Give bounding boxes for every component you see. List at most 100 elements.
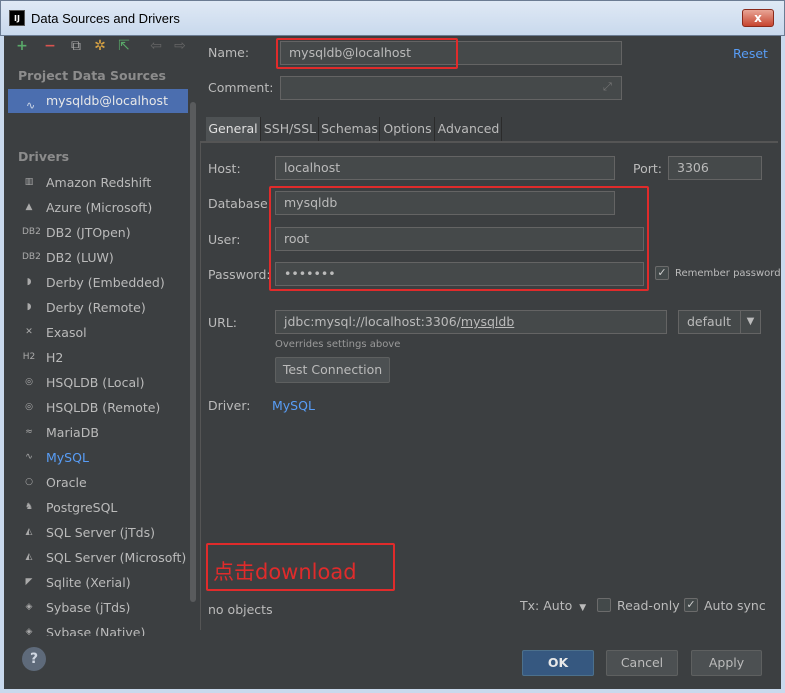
driver-label: Sybase (Native) [46, 625, 146, 636]
intellij-app-icon: IJ [9, 10, 25, 26]
driver-item-derby-remote[interactable]: ◗ Derby (Remote) [4, 295, 194, 320]
driver-icon: ◈ [25, 627, 33, 636]
name-field[interactable]: mysqldb@localhost [280, 41, 622, 65]
driver-icon: ◈ [25, 602, 33, 612]
datasource-label: mysqldb@localhost [46, 93, 168, 108]
driver-icon: ◭ [25, 552, 33, 562]
import-icon[interactable]: ⇱ [116, 38, 132, 54]
download-annotation: 点击download [213, 560, 357, 584]
driver-item-db2-luw[interactable]: DB2 DB2 (LUW) [4, 245, 194, 270]
driver-label: HSQLDB (Local) [46, 375, 145, 390]
tab-general[interactable]: General [206, 117, 261, 142]
driver-label: MySQL [46, 450, 89, 465]
window-close-button[interactable]: x [742, 9, 774, 27]
comment-field[interactable] [280, 76, 622, 100]
apply-button[interactable]: Apply [691, 650, 762, 676]
driver-label: Derby (Embedded) [46, 275, 165, 290]
driver-item-azure-microsoft[interactable]: ▲ Azure (Microsoft) [4, 195, 194, 220]
reset-link[interactable]: Reset [733, 46, 768, 61]
chevron-down-icon: ▼ [579, 603, 587, 613]
host-label: Host: [208, 161, 241, 176]
objects-status: no objects [208, 602, 273, 617]
driver-label: DB2 (LUW) [46, 250, 114, 265]
driver-item-hsqldb-remote[interactable]: ◎ HSQLDB (Remote) [4, 395, 194, 420]
driver-label: Azure (Microsoft) [46, 200, 153, 215]
driver-label: Driver: [208, 398, 251, 413]
driver-item-hsqldb-local[interactable]: ◎ HSQLDB (Local) [4, 370, 194, 395]
tab-ssh-ssl[interactable]: SSH/SSL [262, 117, 319, 142]
password-label: Password: [208, 267, 271, 282]
driver-label: MariaDB [46, 425, 99, 440]
expand-icon[interactable]: ⤢ [603, 80, 612, 94]
driver-item-exasol[interactable]: ✕ Exasol [4, 320, 194, 345]
port-label: Port: [633, 161, 662, 176]
url-database: mysqldb [460, 314, 515, 329]
add-icon[interactable]: + [14, 38, 30, 54]
database-field[interactable]: mysqldb [275, 191, 615, 215]
driver-icon: ∿ [25, 452, 33, 462]
driver-item-sybase-jtds[interactable]: ◈ Sybase (jTds) [4, 595, 194, 620]
driver-item-derby-embedded[interactable]: ◗ Derby (Embedded) [4, 270, 194, 295]
password-field[interactable]: ••••••• [275, 262, 644, 286]
mysql-dolphin-icon: ∿ [26, 99, 36, 112]
driver-item-sqlite-xerial[interactable]: ◤ Sqlite (Xerial) [4, 570, 194, 595]
host-field[interactable]: localhost [275, 156, 615, 180]
sidebar-scrollbar[interactable] [190, 102, 196, 602]
driver-item-mysql[interactable]: ∿ MySQL [4, 445, 194, 470]
url-field[interactable]: jdbc:mysql://localhost:3306/mysqldb [275, 310, 667, 334]
driver-item-mariadb[interactable]: ≈ MariaDB [4, 420, 194, 445]
driver-label: HSQLDB (Remote) [46, 400, 161, 415]
user-field[interactable]: root [275, 227, 644, 251]
url-mode-select[interactable]: default ▼ [678, 310, 761, 334]
back-arrow-icon[interactable]: ⇦ [148, 38, 164, 54]
driver-icon: ▲ [25, 202, 33, 212]
driver-label: SQL Server (Microsoft) [46, 550, 187, 565]
driver-item-sql-server-microsoft[interactable]: ◭ SQL Server (Microsoft) [4, 545, 194, 570]
window-title: Data Sources and Drivers [31, 11, 180, 26]
copy-icon[interactable]: ⧉ [68, 38, 84, 54]
driver-label: H2 [46, 350, 64, 365]
help-icon[interactable]: ? [22, 647, 46, 671]
driver-item-db2-jtopen[interactable]: DB2 DB2 (JTOpen) [4, 220, 194, 245]
driver-item-sybase-native[interactable]: ◈ Sybase (Native) [4, 620, 194, 636]
driver-icon: ◤ [25, 577, 33, 587]
driver-icon: ◭ [25, 527, 33, 537]
driver-link[interactable]: MySQL [272, 398, 315, 413]
readonly-label: Read-only [617, 598, 680, 613]
tools-icon[interactable]: ✲ [92, 38, 108, 54]
driver-label: Amazon Redshift [46, 175, 152, 190]
driver-icon: ◗ [26, 277, 32, 287]
driver-item-amazon-redshift[interactable]: ▥ Amazon Redshift [4, 170, 194, 195]
cancel-button[interactable]: Cancel [606, 650, 678, 676]
port-field[interactable]: 3306 [668, 156, 762, 180]
driver-item-h2[interactable]: H2 H2 [4, 345, 194, 370]
remove-icon[interactable]: − [42, 38, 58, 54]
tx-mode-select[interactable]: Tx: Auto ▼ [520, 598, 586, 613]
driver-label: SQL Server (jTds) [46, 525, 155, 540]
readonly-checkbox[interactable] [597, 598, 611, 612]
driver-item-sql-server-jtds[interactable]: ◭ SQL Server (jTds) [4, 520, 194, 545]
driver-icon: ▥ [24, 177, 34, 187]
driver-icon: ✕ [25, 327, 33, 337]
tab-schemas[interactable]: Schemas [320, 117, 380, 142]
autosync-label: Auto sync [704, 598, 766, 613]
user-label: User: [208, 232, 241, 247]
tab-options[interactable]: Options [381, 117, 435, 142]
tab-advanced[interactable]: Advanced [436, 117, 502, 142]
test-connection-button[interactable]: Test Connection [275, 357, 390, 383]
remember-password-checkbox[interactable]: ✓ [655, 266, 669, 280]
driver-label: Exasol [46, 325, 87, 340]
forward-arrow-icon[interactable]: ⇨ [172, 38, 188, 54]
remember-password-label: Remember password [675, 268, 781, 279]
driver-icon: DB2 [22, 252, 41, 262]
driver-icon: ≈ [25, 427, 33, 437]
driver-item-oracle[interactable]: ○ Oracle [4, 470, 194, 495]
driver-label: PostgreSQL [46, 500, 118, 515]
title-bar: IJ Data Sources and Drivers x [0, 0, 785, 36]
datasource-item-mysqldb[interactable]: ∿ mysqldb@localhost [8, 89, 188, 113]
driver-icon: ♞ [24, 502, 34, 512]
url-prefix: jdbc:mysql://localhost:3306/ [284, 314, 461, 329]
driver-item-postgresql[interactable]: ♞ PostgreSQL [4, 495, 194, 520]
autosync-checkbox[interactable]: ✓ [684, 598, 698, 612]
ok-button[interactable]: OK [522, 650, 594, 676]
